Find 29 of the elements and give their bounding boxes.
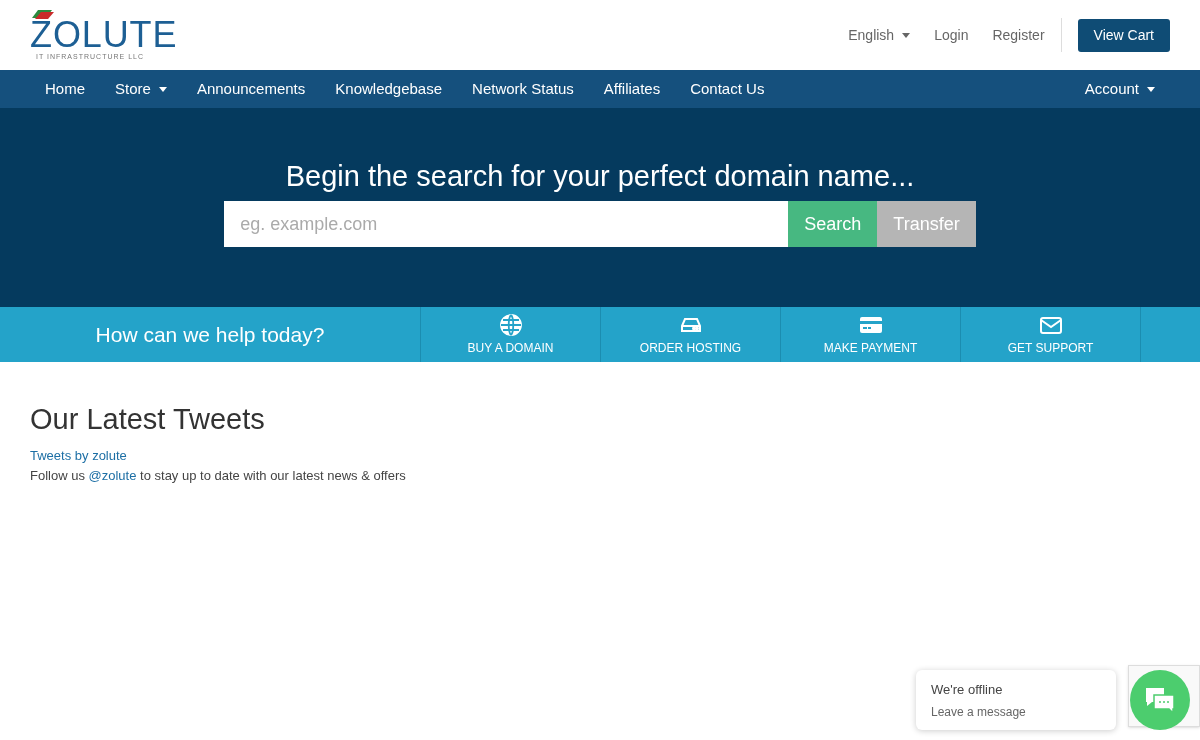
nav-link[interactable]: Affiliates	[588, 77, 676, 101]
hero-title: Begin the search for your perfect domain name...	[285, 159, 915, 194]
tweets-link[interactable]: Tweets by zolute	[30, 446, 1170, 466]
chat-status: We're offline	[931, 681, 1004, 699]
caret-icon	[902, 32, 911, 38]
tweets-heading: Our Latest Tweets	[30, 402, 266, 436]
account-menu[interactable]: Account	[1069, 77, 1170, 101]
top-link[interactable]: Register	[992, 24, 1045, 46]
nav-link[interactable]: Store	[100, 77, 182, 101]
logo-wordmark: ZOLUTE	[30, 19, 178, 50]
nav-link[interactable]: Announcements	[181, 77, 321, 101]
globe-icon	[498, 312, 523, 337]
view-cart-button[interactable]: View Cart	[1077, 18, 1170, 52]
nav-link[interactable]: Network Status	[457, 77, 589, 101]
chat-icon	[1144, 686, 1176, 714]
twitter-handle-link[interactable]: @zolute	[88, 467, 137, 483]
follow-text: Follow us @zolute to stay up to date with our latest news & offers	[30, 466, 407, 485]
caret-icon	[1147, 86, 1155, 92]
logo-flag-icon	[30, 7, 56, 20]
chat-bubble[interactable]: We're offline Leave a message	[916, 670, 1116, 730]
top-link[interactable]: English	[848, 24, 911, 46]
nav-link[interactable]: Knowledgebase	[320, 77, 458, 101]
caret-icon	[158, 86, 167, 92]
domain-search-field[interactable]: eg. example.com	[224, 201, 789, 247]
help-title: How can we help today?	[95, 321, 325, 348]
chat-action: Leave a message	[931, 703, 1027, 721]
top-link[interactable]: Login	[934, 24, 969, 46]
nav-link[interactable]: Contact Us	[675, 77, 780, 101]
nav-link[interactable]: Home	[30, 77, 100, 101]
